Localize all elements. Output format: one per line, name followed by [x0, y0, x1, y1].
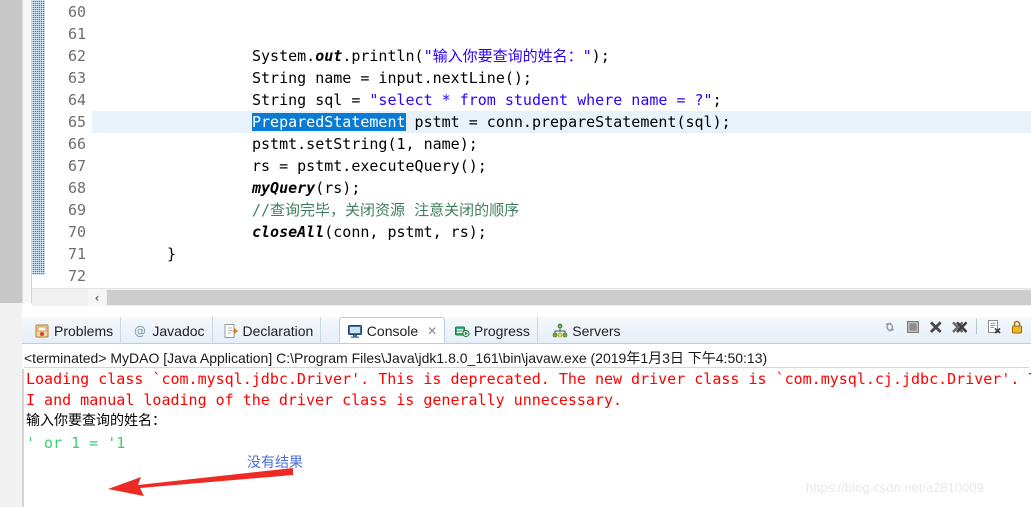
line-number: 63	[67, 69, 86, 87]
console-toolbar	[882, 314, 1029, 339]
code-line[interactable]: PreparedStatement pstmt = conn.prepareSt…	[92, 111, 1031, 133]
view-tab-bar: Problems @ Javadoc Declaration Console ✕ Progr…	[22, 317, 1031, 344]
editor-corner-filler	[0, 303, 22, 312]
code-line[interactable]: System.out.println("输入你要查询的姓名：");	[92, 45, 1031, 67]
editor-horizontal-scrollbar[interactable]: ‹	[32, 288, 1031, 306]
line-number: 65	[67, 113, 86, 131]
tab-progress[interactable]: Progress	[447, 317, 538, 344]
clear-console-icon[interactable]	[986, 319, 1002, 335]
code-token: closeAll	[252, 223, 325, 241]
code-token: (rs);	[315, 179, 361, 197]
tab-label: Console	[366, 323, 419, 339]
code-token: .println(	[342, 47, 424, 65]
line-number: 69	[67, 201, 86, 219]
workspace-left-strip	[0, 0, 23, 303]
console-line: 输入你要查询的姓名：	[26, 413, 166, 429]
code-token: String sql =	[252, 91, 370, 109]
code-line[interactable]: String name = input.nextLine();	[92, 67, 1031, 89]
stop-icon[interactable]	[905, 319, 921, 335]
scrollbar-thumb[interactable]	[107, 290, 1031, 305]
code-line[interactable]: pstmt.setString(1, name);	[92, 133, 1031, 155]
console-line: I and manual loading of the driver class…	[26, 391, 623, 409]
console-icon	[347, 325, 362, 338]
line-number: 68	[67, 179, 86, 197]
code-line[interactable]: rs = pstmt.executeQuery();	[92, 155, 1031, 177]
tab-problems[interactable]: Problems	[27, 317, 122, 344]
code-line[interactable]: closeAll(conn, pstmt, rs);	[92, 221, 1031, 243]
console-line: ' or 1 = '1	[26, 434, 126, 452]
code-token: System.	[252, 47, 316, 65]
code-line[interactable]	[92, 23, 1031, 45]
annotation-arrow-icon	[108, 468, 293, 496]
code-token: String name = input.nextLine();	[252, 69, 532, 87]
code-token: //查询完毕，关闭资源 注意关闭的顺序	[252, 201, 520, 219]
line-number: 62	[67, 47, 86, 65]
code-line[interactable]: }	[92, 243, 1031, 265]
tab-label: Javadoc	[152, 322, 205, 339]
tab-declaration[interactable]: Declaration	[216, 317, 322, 344]
code-token: "select * from student where name = ?"	[369, 91, 713, 109]
editor-marker-bar[interactable]	[23, 0, 32, 303]
line-number: 66	[67, 135, 86, 153]
declaration-icon	[224, 323, 238, 338]
svg-text:@: @	[134, 324, 146, 338]
code-token: ;	[712, 91, 722, 109]
tab-label: Servers	[572, 322, 621, 339]
scroll-lock-icon[interactable]	[1009, 319, 1025, 335]
tab-console[interactable]: Console ✕	[338, 317, 446, 344]
code-token: pstmt.setString(1, name);	[252, 135, 478, 153]
line-number: 70	[67, 223, 86, 241]
code-token: out	[315, 47, 343, 65]
code-token: myQuery	[252, 179, 316, 197]
code-token: );	[591, 47, 610, 65]
code-token: pstmt = conn.prepareStatement(sql);	[405, 113, 731, 131]
tab-javadoc[interactable]: @ Javadoc	[125, 317, 213, 344]
console-launch-status: <terminated> MyDAO [Java Application] C:…	[24, 348, 1029, 368]
code-editor: 60 61 62 63 64 65 66 67 68 69 70 71 72 System.out.pr…	[0, 0, 1031, 312]
line-number: 67	[67, 157, 86, 175]
change-indicator-bar	[32, 0, 45, 275]
console-line: Loading class `com.mysql.jdbc.Driver'. T…	[26, 370, 1031, 388]
line-number: 61	[67, 25, 86, 43]
tab-servers[interactable]: Servers	[545, 317, 627, 344]
line-number: 60	[67, 3, 86, 21]
line-number: 71	[67, 245, 86, 263]
code-line[interactable]: //查询完毕，关闭资源 注意关闭的顺序	[92, 199, 1031, 221]
javadoc-icon: @	[134, 324, 146, 338]
scroll-left-arrow-icon[interactable]: ‹	[88, 289, 106, 306]
code-token: (conn, pstmt, rs);	[324, 223, 487, 241]
remove-all-terminated-icon[interactable]	[951, 319, 967, 335]
panel-left-gutter	[0, 312, 22, 507]
code-line[interactable]: myQuery(rs);	[92, 177, 1031, 199]
tab-label: Progress	[473, 322, 530, 339]
editor-frame: 60 61 62 63 64 65 66 67 68 69 70 71 72 System.out.pr…	[32, 0, 1031, 303]
code-token: rs = pstmt.executeQuery();	[252, 157, 487, 175]
servers-icon	[552, 323, 568, 337]
code-line[interactable]: String sql = "select * from student wher…	[92, 89, 1031, 111]
code-line[interactable]	[92, 265, 1031, 287]
code-pane[interactable]: System.out.println("输入你要查询的姓名："); String …	[92, 0, 1031, 303]
selected-text: PreparedStatement	[252, 113, 406, 131]
tab-close-icon[interactable]: ✕	[427, 324, 437, 338]
code-token: "输入你要查询的姓名："	[423, 47, 592, 65]
code-token: }	[167, 245, 177, 263]
tab-label: Problems	[54, 322, 114, 339]
problems-icon	[35, 324, 49, 337]
tab-label: Declaration	[242, 322, 314, 339]
watermark-text: https://blog.csdn.net/a2810009	[806, 480, 984, 495]
remove-launch-icon[interactable]	[928, 319, 944, 335]
progress-icon	[454, 326, 470, 337]
line-number-gutter: 60 61 62 63 64 65 66 67 68 69 70 71 72	[45, 0, 92, 303]
line-number: 72	[67, 267, 86, 285]
code-line[interactable]	[92, 1, 1031, 23]
line-number: 64	[67, 91, 86, 109]
terminate-all-icon[interactable]	[882, 319, 898, 335]
tab-bar-underline	[22, 343, 1031, 344]
toolbar-separator	[976, 319, 977, 334]
